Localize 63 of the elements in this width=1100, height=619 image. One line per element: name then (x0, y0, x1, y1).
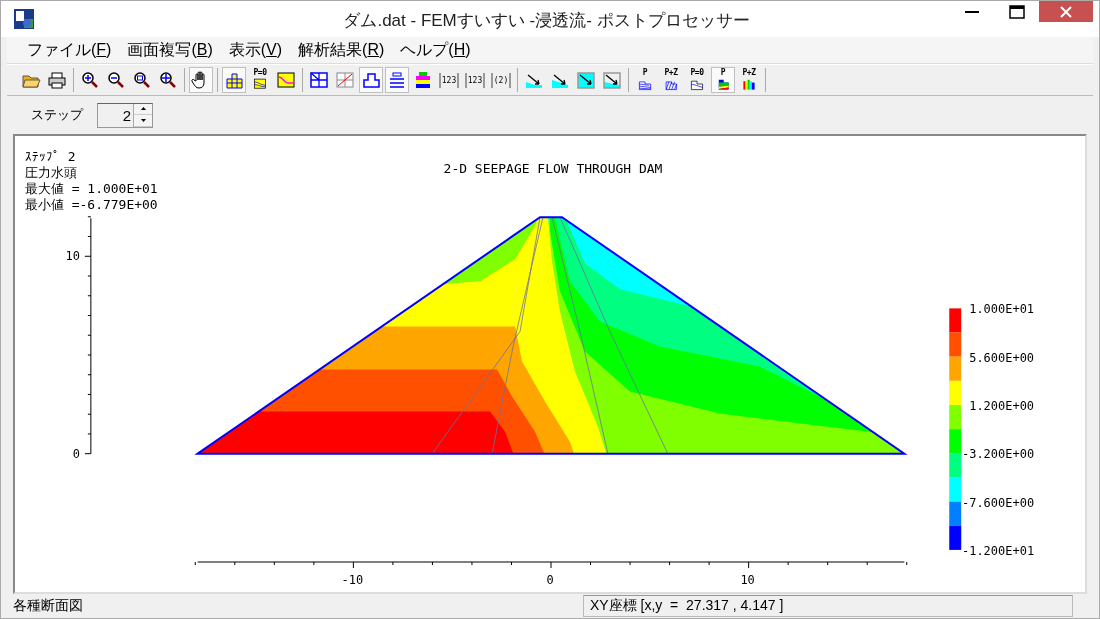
axis-tick-label: 10 (65, 249, 80, 264)
menu-item[interactable]: 解析結果(R) (290, 39, 393, 61)
zoom-in-icon (80, 70, 100, 90)
legend-label: -7.600E+00 (962, 495, 1035, 510)
section-icon (252, 77, 268, 91)
layers-button[interactable] (385, 67, 409, 93)
crossed-grid-icon (335, 70, 355, 90)
legend-label: -3.200E+00 (962, 447, 1035, 462)
menu-item[interactable]: ファイル(F) (19, 39, 120, 61)
printer-icon (47, 70, 67, 90)
close-icon (1060, 5, 1072, 18)
arrow-slope-icon (576, 70, 596, 90)
axis-tick-label: -10 (341, 572, 364, 587)
maximize-icon (1009, 4, 1025, 19)
arrow-slope-icon (602, 70, 622, 90)
phreatic-button[interactable]: P=0 (685, 67, 709, 93)
numbers-button[interactable]: 123 (437, 67, 461, 93)
numbers-button[interactable]: 123 (463, 67, 487, 93)
window-title: ダム.dat - FEMすいすい -浸透流- ポストプロセッサー (342, 10, 751, 32)
coordinate-readout: XY座標 [x,y = 27.317 , 4.147 ] (583, 595, 1073, 617)
status-message: 各種断面図 (13, 597, 83, 615)
menu-item[interactable]: 画面複写(B) (119, 39, 221, 61)
up-arrow-icon (140, 107, 146, 111)
pressure-lines-button[interactable]: P (633, 67, 657, 93)
menu-item[interactable]: 表示(V) (220, 39, 291, 61)
head-contour-button[interactable]: P+Z (737, 67, 761, 93)
step-label: ステップ (31, 106, 83, 124)
section-button[interactable]: P=0 (248, 67, 272, 93)
axis-tick-label: 10 (740, 572, 755, 587)
pressure-contour-button[interactable]: P (711, 67, 735, 93)
legend-label: 1.200E+00 (969, 399, 1035, 413)
menu-item[interactable]: ヘルプ(H) (392, 39, 479, 61)
legend-label: 1.000E+01 (969, 302, 1035, 317)
grid-icon (224, 70, 244, 90)
head-lines-button[interactable]: P+Z (659, 67, 683, 93)
rainbow-icon (741, 77, 757, 91)
down-arrow-icon (140, 118, 146, 122)
color-layers-icon (413, 70, 433, 90)
plot-info-text: 最小値 =-6.779E+00 (25, 197, 158, 213)
step-spinner[interactable]: 2 (97, 102, 153, 128)
close-button[interactable] (1039, 1, 1093, 22)
spin-down-button[interactable] (134, 115, 152, 127)
grid-icon (309, 70, 329, 90)
axis-tick-label: 0 (72, 446, 80, 461)
legend-label: -1.200E+01 (962, 543, 1035, 558)
pan-button[interactable] (189, 67, 213, 93)
plot-info-text: 圧力水頭 (25, 165, 77, 181)
step-caption: ｽﾃｯﾌﾟ 2 (25, 149, 76, 165)
outline-button[interactable] (359, 67, 383, 93)
legend-label: 5.600E+00 (969, 350, 1035, 365)
axis-tick-label: 0 (546, 572, 554, 587)
zoom-fit-icon (158, 70, 178, 90)
zoom-box-icon (132, 70, 152, 90)
spin-up-button[interactable] (134, 103, 152, 115)
line-chart-icon (276, 70, 296, 90)
plot-info-text: 最大値 = 1.000E+01 (25, 181, 158, 197)
numbers-button[interactable]: (2) (489, 67, 513, 93)
plot-title: 2-D SEEPAGE FLOW THROUGH DAM (443, 161, 663, 177)
app-icon (14, 9, 34, 29)
layers-icon (387, 70, 407, 90)
outline-icon (361, 70, 381, 90)
zoom-out-icon (106, 70, 126, 90)
mesh-button[interactable] (222, 67, 246, 93)
